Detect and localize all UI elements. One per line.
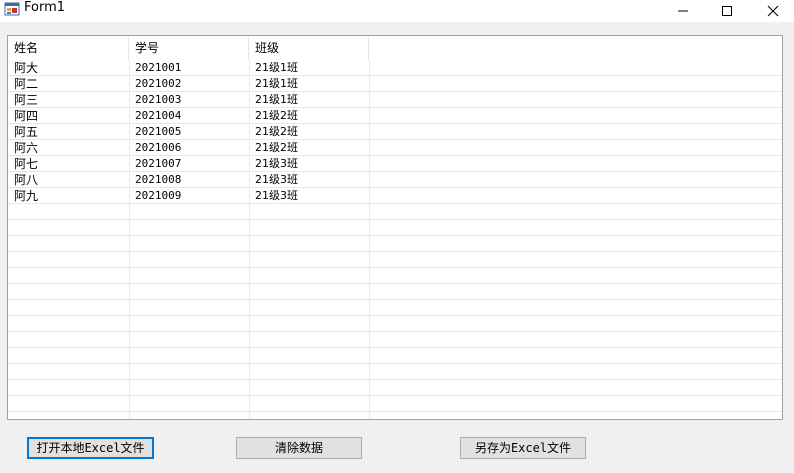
cell-student-id[interactable]: 2021004 <box>129 108 249 124</box>
column-header-student-id[interactable]: 学号 <box>129 36 249 60</box>
empty-table-row[interactable] <box>8 268 782 284</box>
cell-student-id[interactable]: 2021005 <box>129 124 249 140</box>
open-excel-button[interactable]: 打开本地Excel文件 <box>27 437 154 459</box>
cell-class[interactable]: 21级2班 <box>249 108 369 124</box>
table-row[interactable]: 阿五 2021005 21级2班 <box>8 124 782 140</box>
empty-table-row[interactable] <box>8 236 782 252</box>
cell-student-id[interactable]: 2021009 <box>129 188 249 204</box>
empty-table-row[interactable] <box>8 332 782 348</box>
table-row[interactable]: 阿八 2021008 21级3班 <box>8 172 782 188</box>
cell-class[interactable]: 21级3班 <box>249 172 369 188</box>
empty-table-row[interactable] <box>8 364 782 380</box>
column-header-class[interactable]: 班级 <box>249 36 369 60</box>
close-icon <box>767 5 779 17</box>
empty-table-row[interactable] <box>8 348 782 364</box>
cell-student-id[interactable]: 2021008 <box>129 172 249 188</box>
cell-name[interactable]: 阿三 <box>8 92 129 108</box>
cell-name[interactable]: 阿五 <box>8 124 129 140</box>
cell-class[interactable]: 21级1班 <box>249 60 369 76</box>
cell-student-id[interactable]: 2021001 <box>129 60 249 76</box>
form-client-area: 姓名 学号 班级 阿大 2021001 21级1班 阿二 2021002 21级1班 阿三 2… <box>0 22 794 473</box>
empty-table-row[interactable] <box>8 284 782 300</box>
form-icon <box>4 1 20 17</box>
cell-name[interactable]: 阿二 <box>8 76 129 92</box>
minimize-button[interactable] <box>660 0 706 22</box>
grid-header-row: 姓名 学号 班级 <box>8 36 782 60</box>
cell-class[interactable]: 21级2班 <box>249 124 369 140</box>
cell-name[interactable]: 阿七 <box>8 156 129 172</box>
maximize-icon <box>722 6 732 16</box>
empty-table-row[interactable] <box>8 220 782 236</box>
empty-table-row[interactable] <box>8 380 782 396</box>
empty-table-row[interactable] <box>8 204 782 220</box>
cell-class[interactable]: 21级2班 <box>249 140 369 156</box>
table-row[interactable]: 阿九 2021009 21级3班 <box>8 188 782 204</box>
cell-student-id[interactable]: 2021003 <box>129 92 249 108</box>
save-as-excel-button[interactable]: 另存为Excel文件 <box>460 437 586 459</box>
title-bar[interactable]: Form1 <box>0 0 794 22</box>
table-row[interactable]: 阿大 2021001 21级1班 <box>8 60 782 76</box>
maximize-button[interactable] <box>704 0 750 22</box>
column-header-name[interactable]: 姓名 <box>8 36 129 60</box>
minimize-icon <box>678 10 688 12</box>
window-title: Form1 <box>24 0 66 15</box>
empty-table-row[interactable] <box>8 396 782 412</box>
cell-name[interactable]: 阿四 <box>8 108 129 124</box>
cell-name[interactable]: 阿八 <box>8 172 129 188</box>
table-row[interactable]: 阿六 2021006 21级2班 <box>8 140 782 156</box>
table-row[interactable]: 阿三 2021003 21级1班 <box>8 92 782 108</box>
data-grid[interactable]: 姓名 学号 班级 阿大 2021001 21级1班 阿二 2021002 21级1班 阿三 2… <box>7 35 783 420</box>
close-button[interactable] <box>750 0 794 22</box>
cell-class[interactable]: 21级3班 <box>249 156 369 172</box>
table-row[interactable]: 阿七 2021007 21级3班 <box>8 156 782 172</box>
table-row[interactable]: 阿四 2021004 21级2班 <box>8 108 782 124</box>
cell-class[interactable]: 21级1班 <box>249 76 369 92</box>
cell-student-id[interactable]: 2021002 <box>129 76 249 92</box>
cell-class[interactable]: 21级1班 <box>249 92 369 108</box>
empty-table-row[interactable] <box>8 316 782 332</box>
cell-name[interactable]: 阿六 <box>8 140 129 156</box>
table-row[interactable]: 阿二 2021002 21级1班 <box>8 76 782 92</box>
cell-student-id[interactable]: 2021007 <box>129 156 249 172</box>
cell-student-id[interactable]: 2021006 <box>129 140 249 156</box>
cell-class[interactable]: 21级3班 <box>249 188 369 204</box>
empty-table-row[interactable] <box>8 300 782 316</box>
cell-name[interactable]: 阿大 <box>8 60 129 76</box>
cell-name[interactable]: 阿九 <box>8 188 129 204</box>
empty-table-row[interactable] <box>8 252 782 268</box>
clear-data-button[interactable]: 清除数据 <box>236 437 362 459</box>
